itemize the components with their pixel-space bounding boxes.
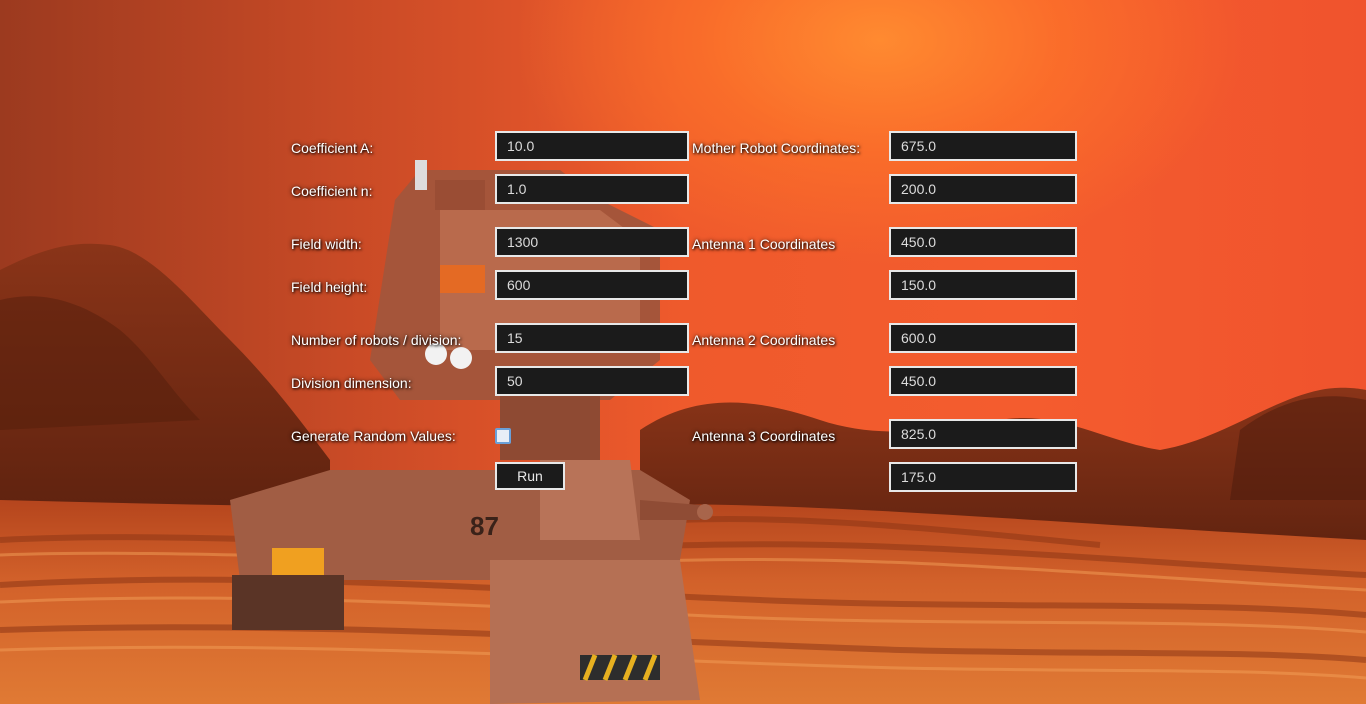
division-dimension-input[interactable] xyxy=(495,366,689,396)
antenna1-y-input[interactable] xyxy=(889,270,1077,300)
robots-per-division-input[interactable] xyxy=(495,323,689,353)
antenna1-x-input[interactable] xyxy=(889,227,1077,257)
coefficient-a-label: Coefficient A: xyxy=(291,140,374,156)
antenna3-label: Antenna 3 Coordinates xyxy=(692,428,836,444)
antenna2-x-input[interactable] xyxy=(889,323,1077,353)
field-height-input[interactable] xyxy=(495,270,689,300)
antenna1-label: Antenna 1 Coordinates xyxy=(692,236,836,252)
antenna2-y-input[interactable] xyxy=(889,366,1077,396)
generate-random-label: Generate Random Values: xyxy=(291,428,456,444)
mother-robot-y-input[interactable] xyxy=(889,174,1077,204)
division-dimension-label: Division dimension: xyxy=(291,375,412,391)
antenna3-y-input[interactable] xyxy=(889,462,1077,492)
coefficient-n-label: Coefficient n: xyxy=(291,183,373,199)
coefficient-n-input[interactable] xyxy=(495,174,689,204)
robots-per-division-label: Number of robots / division: xyxy=(291,332,462,348)
mother-robot-label: Mother Robot Coordinates: xyxy=(692,140,861,156)
run-button[interactable]: Run xyxy=(495,462,565,490)
antenna3-x-input[interactable] xyxy=(889,419,1077,449)
antenna2-label: Antenna 2 Coordinates xyxy=(692,332,836,348)
coefficient-a-input[interactable] xyxy=(495,131,689,161)
generate-random-checkbox[interactable] xyxy=(495,428,511,444)
field-width-input[interactable] xyxy=(495,227,689,257)
mother-robot-x-input[interactable] xyxy=(889,131,1077,161)
field-height-label: Field height: xyxy=(291,279,368,295)
field-width-label: Field width: xyxy=(291,236,362,252)
parameter-form: Coefficient A: Coefficient n: Field widt… xyxy=(0,0,1366,704)
